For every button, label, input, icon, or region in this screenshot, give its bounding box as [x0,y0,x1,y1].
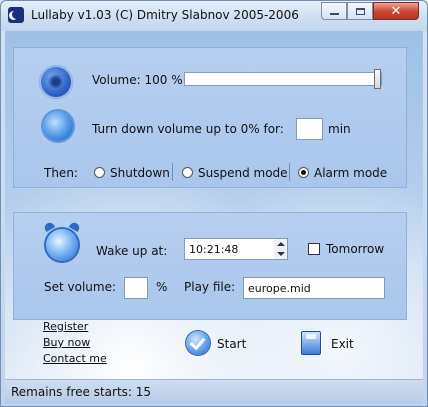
maximize-button[interactable] [347,2,373,20]
minimize-button[interactable] [321,2,347,20]
radio-separator [289,163,290,181]
app-window: Lullaby v1.03 (C) Dmitry Slabnov 2005-20… [0,0,428,407]
close-button[interactable]: ✕ [373,2,419,20]
status-bar: Remains free starts: 15 [5,379,423,404]
set-volume-input[interactable] [124,277,148,299]
suspend-mode-label[interactable]: Suspend mode [198,166,288,180]
start-label: Start [217,337,247,351]
then-label: Then: [44,166,78,180]
shutdown-label[interactable]: Shutdown [110,166,170,180]
maximize-icon [355,7,365,15]
close-icon: ✕ [390,3,402,19]
tomorrow-checkbox[interactable] [308,243,320,255]
title-bar[interactable]: Lullaby v1.03 (C) Dmitry Slabnov 2005-20… [1,1,427,31]
volume-slider-fill [185,73,381,85]
volume-slider-thumb[interactable] [374,69,381,89]
time-spinner[interactable] [274,238,288,260]
wake-up-label: Wake up at: [96,244,168,258]
percent-label: % [156,280,168,294]
volume-slider[interactable] [184,69,382,89]
checkmark-icon [186,331,210,355]
minutes-input[interactable] [296,118,323,140]
moon-icon [8,7,24,23]
suspend-mode-radio[interactable] [182,167,193,178]
status-text: Remains free starts: 15 [11,385,152,399]
spin-down-icon[interactable] [277,252,285,256]
radio-separator [172,163,173,181]
alarm-clock-icon [46,229,78,261]
set-volume-label: Set volume: [44,280,117,294]
start-button[interactable]: Start [181,329,261,359]
play-file-label: Play file: [184,280,236,294]
alarm-mode-radio[interactable] [298,167,309,178]
client-area: Volume: 100 % Turn down volume up to 0% … [5,31,423,403]
speaker-icon [39,65,73,99]
tomorrow-label[interactable]: Tomorrow [326,242,384,256]
register-link[interactable]: Register [43,320,88,333]
exit-icon [301,331,321,355]
turn-down-label: Turn down volume up to 0% for: [92,122,284,136]
minutes-unit-label: min [328,122,351,136]
buy-now-link[interactable]: Buy now [43,336,90,349]
spin-up-icon[interactable] [277,242,285,246]
play-file-input[interactable] [243,277,385,299]
alarm-mode-label[interactable]: Alarm mode [314,166,387,180]
minimize-icon [329,13,339,15]
volume-label: Volume: 100 % [92,73,183,87]
exit-label: Exit [331,337,354,351]
timer-icon [43,111,73,141]
window-title: Lullaby v1.03 (C) Dmitry Slabnov 2005-20… [31,8,299,22]
shutdown-radio[interactable] [94,167,105,178]
wake-time-input[interactable] [184,238,275,260]
contact-me-link[interactable]: Contact me [43,352,107,365]
exit-button[interactable]: Exit [295,329,365,359]
